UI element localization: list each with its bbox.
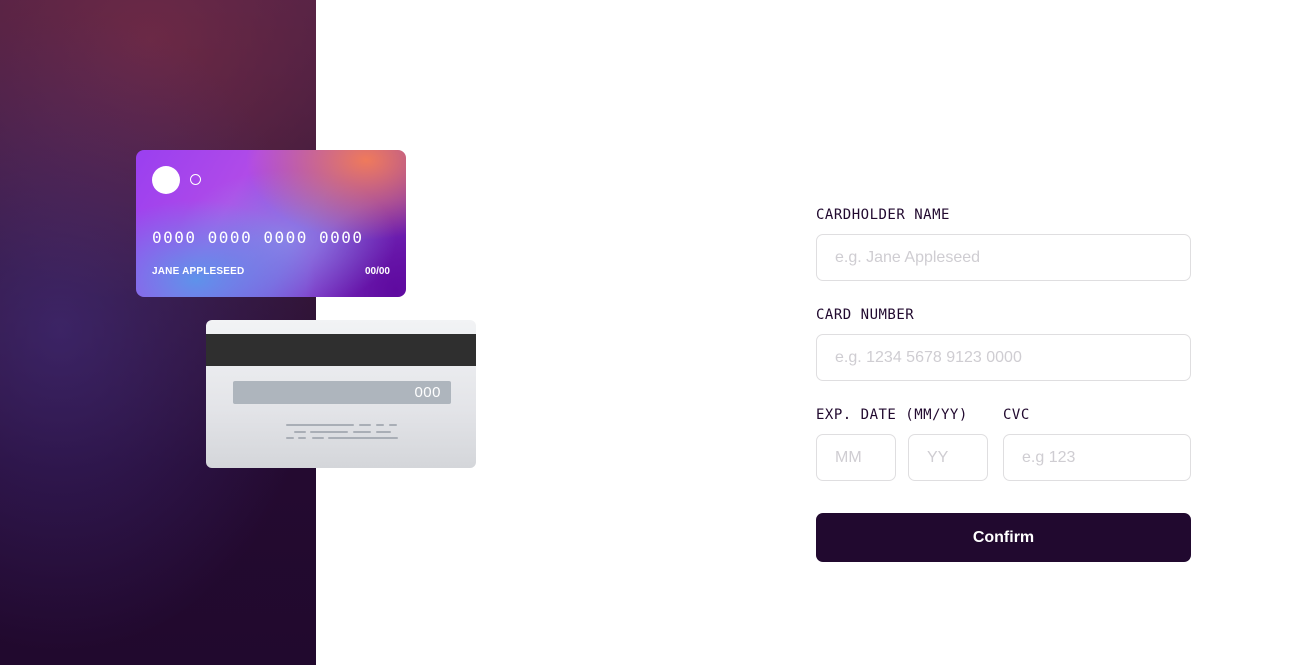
card-details-form: CARDHOLDER NAME CARD NUMBER EXP. DATE (M…: [816, 205, 1191, 562]
fine-print-line: [286, 437, 294, 439]
cardholder-name-input[interactable]: [816, 234, 1191, 281]
card-back-cvc: 000: [414, 384, 441, 401]
page: 0000 0000 0000 0000 JANE APPLESEED 00/00…: [0, 0, 1291, 665]
card-front-expiry: 00/00: [364, 266, 390, 277]
cardholder-name-group: CARDHOLDER NAME: [816, 205, 1191, 281]
fine-print-line: [359, 424, 371, 426]
cvc-label: CVC: [1003, 407, 1030, 423]
card-back-magnetic-stripe: [206, 334, 476, 366]
expiry-month-input[interactable]: [816, 434, 896, 481]
expiry-date-label: EXP. DATE (MM/YY): [816, 407, 968, 423]
confirm-button[interactable]: Confirm: [816, 513, 1191, 562]
fine-print-line: [376, 431, 391, 433]
card-back-fine-print: [286, 424, 401, 440]
expiry-cvc-row: EXP. DATE (MM/YY) CVC: [816, 405, 1191, 481]
card-number-label: CARD NUMBER: [816, 307, 915, 323]
cardholder-name-label: CARDHOLDER NAME: [816, 207, 950, 223]
fine-print-line: [298, 437, 306, 439]
card-front-number: 0000 0000 0000 0000: [152, 228, 364, 247]
card-number-input[interactable]: [816, 334, 1191, 381]
card-back: 000: [206, 320, 476, 468]
card-front: 0000 0000 0000 0000 JANE APPLESEED 00/00: [136, 150, 406, 297]
fine-print-line: [389, 424, 397, 426]
fine-print-line: [328, 437, 398, 439]
card-logo-filled-circle-icon: [152, 166, 180, 194]
card-front-holder-name: JANE APPLESEED: [152, 266, 245, 277]
fine-print-line: [286, 424, 354, 426]
fine-print-line: [353, 431, 371, 433]
cvc-group: CVC: [1003, 405, 1191, 481]
expiry-inputs: [816, 434, 1003, 481]
fine-print-line: [294, 431, 306, 433]
fine-print-line: [312, 437, 324, 439]
fine-print-line: [310, 431, 348, 433]
expiry-date-group: EXP. DATE (MM/YY): [816, 405, 1003, 481]
card-logo-outline-circle-icon: [190, 174, 201, 185]
card-number-group: CARD NUMBER: [816, 305, 1191, 381]
card-back-signature-strip: 000: [233, 381, 451, 404]
expiry-year-input[interactable]: [908, 434, 988, 481]
fine-print-line: [376, 424, 384, 426]
cvc-input[interactable]: [1003, 434, 1191, 481]
